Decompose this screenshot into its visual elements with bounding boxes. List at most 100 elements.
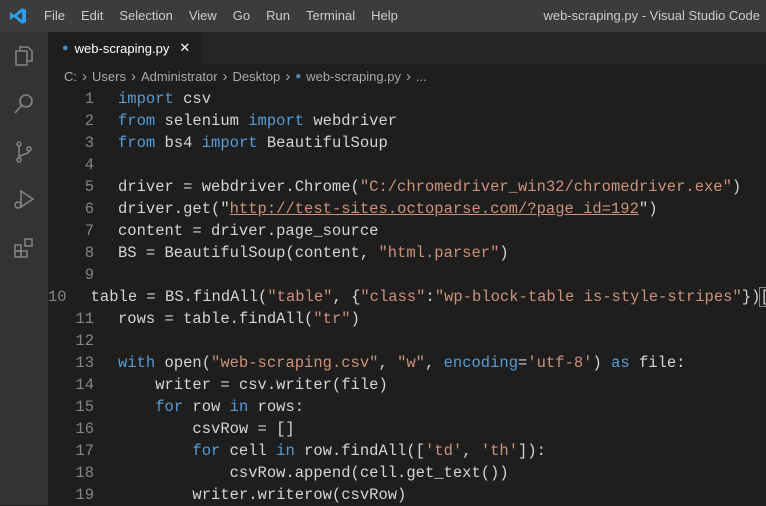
- code-token: from: [118, 112, 156, 130]
- menu-run[interactable]: Run: [258, 0, 298, 32]
- code-text: from bs4 import BeautifulSoup: [96, 132, 388, 154]
- breadcrumb-item[interactable]: Desktop: [233, 69, 281, 84]
- code-token: "w": [397, 354, 425, 372]
- code-line: 19 writer.writerow(csvRow): [48, 484, 766, 506]
- code-token: import: [118, 90, 174, 108]
- breadcrumb-item[interactable]: Administrator: [141, 69, 218, 84]
- code-token: "web-scraping.csv": [211, 354, 379, 372]
- code-token: for: [192, 442, 221, 460]
- code-token: , {: [332, 288, 361, 306]
- line-number: 4: [84, 156, 94, 174]
- code-token: "tr": [313, 310, 351, 328]
- code-line: 7 content = driver.page_source: [48, 220, 766, 242]
- code-token: writer.writerow(csvRow): [118, 486, 407, 504]
- code-text: from selenium import webdriver: [96, 110, 397, 132]
- menu-terminal[interactable]: Terminal: [298, 0, 363, 32]
- line-number: 3: [84, 134, 94, 152]
- extensions-icon[interactable]: [0, 224, 48, 272]
- line-number: 6: [84, 200, 94, 218]
- code-token: table = BS.findAll(: [90, 288, 268, 306]
- tab-web-scraping-py[interactable]: ● web-scraping.py ✕: [48, 32, 201, 64]
- code-text: for cell in row.findAll(['td', 'th']):: [96, 440, 546, 462]
- code-token: 'th': [480, 442, 519, 460]
- code-token: selenium: [155, 112, 249, 130]
- line-number: 11: [75, 310, 94, 328]
- code-token: rows:: [248, 398, 305, 416]
- line-number: 15: [75, 398, 94, 416]
- line-number: 19: [75, 486, 94, 504]
- code-token: ): [592, 354, 612, 372]
- chevron-right-icon: ›: [222, 67, 228, 85]
- code-line: 1 import csv: [48, 88, 766, 110]
- code-token: BS = BeautifulSoup(content,: [118, 244, 379, 262]
- breadcrumb-item[interactable]: C:: [64, 69, 77, 84]
- menu-edit[interactable]: Edit: [73, 0, 111, 32]
- breadcrumb-item[interactable]: Users: [92, 69, 126, 84]
- window-title: web-scraping.py - Visual Studio Code: [543, 8, 760, 23]
- code-token: rows = table.findAll(: [118, 310, 314, 328]
- code-token: in: [276, 442, 295, 460]
- code-editor[interactable]: 1 import csv 2 from selenium import webdriv…: [48, 88, 766, 505]
- close-icon[interactable]: ✕: [179, 40, 190, 56]
- menu-view[interactable]: View: [181, 0, 225, 32]
- code-token: with: [118, 354, 156, 372]
- source-control-icon[interactable]: [0, 128, 48, 176]
- menu-go[interactable]: Go: [225, 0, 258, 32]
- code-line: 3 from bs4 import BeautifulSoup: [48, 132, 766, 154]
- code-token: csvRow.append(cell.get_text()): [118, 464, 509, 482]
- code-token: "C:/chromedriver_win32/chromedriver.exe": [359, 178, 732, 196]
- code-text: for row in rows:: [96, 396, 304, 418]
- code-token: ": [638, 200, 649, 218]
- code-token: ,: [462, 442, 481, 460]
- line-number: 10: [48, 288, 67, 306]
- search-icon[interactable]: [0, 80, 48, 128]
- code-line: 12: [48, 330, 766, 352]
- breadcrumb-item[interactable]: ...: [416, 69, 427, 84]
- code-token: "class": [360, 288, 426, 306]
- code-line: 4: [48, 154, 766, 176]
- code-token: =: [518, 354, 528, 372]
- line-number: 16: [75, 420, 94, 438]
- code-line: 13 with open("web-scraping.csv", "w", enc…: [48, 352, 766, 374]
- line-number: 18: [75, 464, 94, 482]
- explorer-icon[interactable]: [0, 32, 48, 80]
- breadcrumb-item[interactable]: web-scraping.py: [306, 69, 401, 84]
- code-token: as: [611, 354, 630, 372]
- run-debug-icon[interactable]: [0, 176, 48, 224]
- line-number: 13: [75, 354, 94, 372]
- code-token: ): [731, 178, 742, 196]
- code-token: import: [201, 134, 258, 152]
- code-token: encoding: [443, 354, 519, 372]
- code-text: table = BS.findAll("table", {"class":"wp…: [69, 286, 766, 308]
- code-token: ]):: [518, 442, 546, 460]
- code-text: writer.writerow(csvRow): [96, 484, 406, 506]
- menu-help[interactable]: Help: [363, 0, 406, 32]
- line-number: 14: [75, 376, 94, 394]
- line-number: 12: [75, 332, 94, 350]
- menu-selection[interactable]: Selection: [111, 0, 180, 32]
- code-text: import csv: [96, 88, 211, 110]
- code-token: http://test-sites.octoparse.com/?page_id…: [229, 200, 639, 218]
- code-token: 'utf-8': [527, 354, 593, 372]
- code-token: ,: [378, 354, 398, 372]
- line-number: 2: [84, 112, 94, 130]
- code-line: 17 for cell in row.findAll(['td', 'th'])…: [48, 440, 766, 462]
- code-token: writer = csv.writer(file): [118, 376, 388, 394]
- python-file-icon: ●: [295, 70, 302, 82]
- line-number: 1: [84, 90, 94, 108]
- code-line: 6 driver.get("http://test-sites.octoparse…: [48, 198, 766, 220]
- code-token: "wp-block-table is-style-stripes": [434, 288, 742, 306]
- breadcrumb: C: › Users › Administrator › Desktop › ● web-scra…: [48, 64, 766, 88]
- chevron-right-icon: ›: [82, 67, 87, 85]
- chevron-right-icon: ›: [130, 67, 136, 85]
- code-text: csvRow.append(cell.get_text()): [96, 462, 509, 484]
- code-token: }): [741, 288, 761, 306]
- code-line: 10 table = BS.findAll("table", {"class":"…: [48, 286, 766, 308]
- menu-file[interactable]: File: [36, 0, 73, 32]
- code-token: ): [648, 200, 658, 218]
- chevron-right-icon: ›: [285, 67, 291, 85]
